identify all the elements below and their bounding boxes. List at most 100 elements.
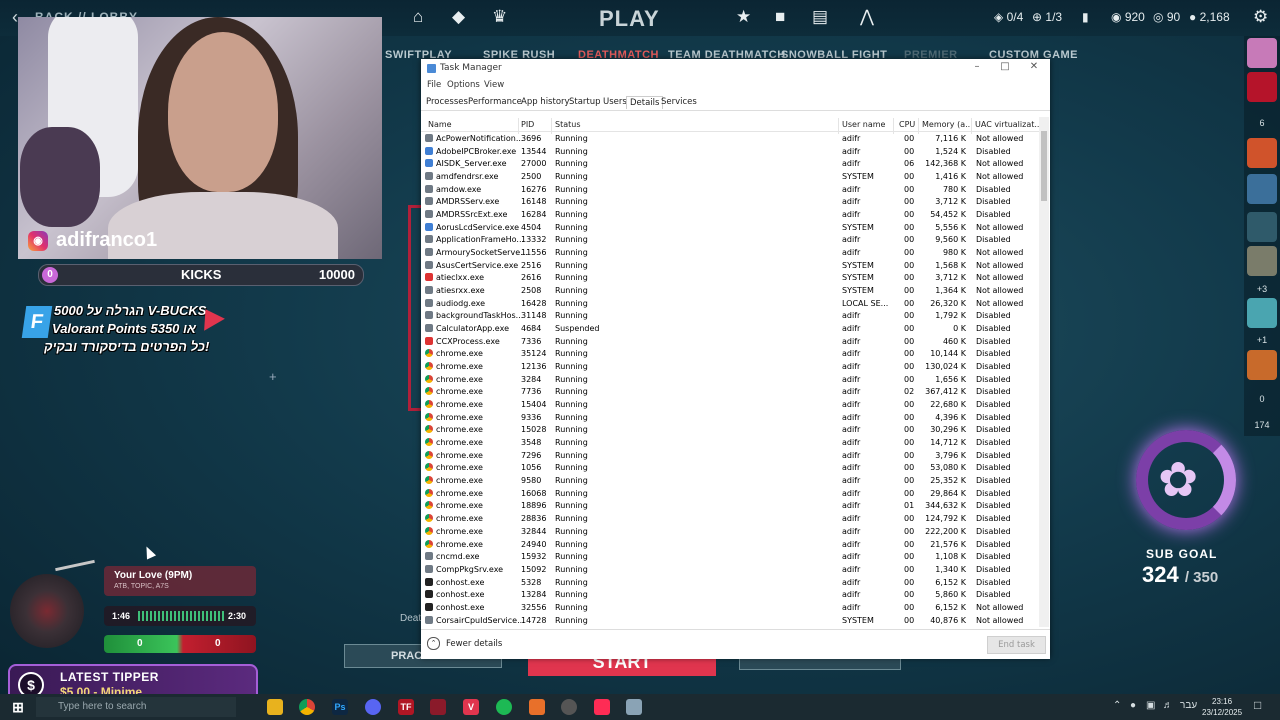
col-header-pid[interactable]: PID (521, 120, 534, 129)
tab-startup[interactable]: Startup (566, 96, 604, 108)
table-row[interactable]: conhost.exe 5328 Running adifr 00 6,152 K Disa… (421, 577, 1039, 590)
minimize-button[interactable]: – (963, 61, 991, 75)
language-indicator[interactable]: עבר (1180, 700, 1197, 711)
table-row[interactable]: cncmd.exe 15932 Running adifr 00 1,108 K Disab… (421, 551, 1039, 564)
menu-options[interactable]: Options (447, 80, 480, 90)
tab-app-history[interactable]: App history (518, 96, 573, 108)
store-icon[interactable]: ▤ (812, 7, 828, 27)
table-row[interactable]: chrome.exe 15028 Running adifr 00 30,296 K Dis… (421, 424, 1039, 437)
table-row[interactable]: CCXProcess.exe 7336 Running adifr 00 460 K Dis… (421, 336, 1039, 349)
table-row[interactable]: AMDRSSrcExt.exe 16284 Running adifr 00 54,452… (421, 209, 1039, 222)
valorant-icon[interactable]: V (463, 699, 479, 715)
volume-icon[interactable]: ♬ (1163, 700, 1173, 711)
table-row[interactable]: atiesrxx.exe 2508 Running SYSTEM 00 1,364 K No… (421, 285, 1039, 298)
game-icon[interactable] (430, 699, 446, 715)
col-header-cpu[interactable]: CPU (899, 120, 915, 129)
table-row[interactable]: chrome.exe 9580 Running adifr 00 25,352 K Disa… (421, 475, 1039, 488)
table-row[interactable]: conhost.exe 13284 Running adifr 00 5,860 K Dis… (421, 589, 1039, 602)
career-icon[interactable]: ■ (775, 7, 785, 27)
tab-processes[interactable]: Processes (423, 96, 471, 108)
menu-file[interactable]: File (427, 80, 441, 90)
windows-start-icon[interactable]: ⊞ (10, 699, 26, 715)
taskbar-search-input[interactable]: Type here to search (36, 697, 236, 717)
friend-avatar[interactable] (1247, 212, 1277, 242)
friend-avatar[interactable] (1247, 350, 1277, 380)
table-row[interactable]: AorusLcdService.exe 4504 Running SYSTEM 00 5,… (421, 222, 1039, 235)
table-row[interactable]: chrome.exe 9336 Running adifr 00 4,396 K Disab… (421, 412, 1039, 425)
home-icon[interactable]: ⌂ (413, 7, 423, 27)
chrome-icon[interactable] (299, 699, 315, 715)
process-list[interactable]: AcPowerNotification... 3696 Running adifr 00… (421, 133, 1039, 627)
capcut-icon[interactable] (594, 699, 610, 715)
col-header-status[interactable]: Status (555, 120, 581, 129)
table-row[interactable]: chrome.exe 3284 Running adifr 00 1,656 K Disab… (421, 374, 1039, 387)
friend-avatar[interactable] (1247, 174, 1277, 204)
rank-icon[interactable]: ⋀ (860, 7, 874, 27)
table-row[interactable]: AISDK_Server.exe 27000 Running adifr 06 142,3… (421, 158, 1039, 171)
table-row[interactable]: AMDRSServ.exe 16148 Running adifr 00 3,712 K D… (421, 196, 1039, 209)
table-row[interactable]: audiodg.exe 16428 Running LOCAL SE... 00 26,3… (421, 298, 1039, 311)
settings-gear-icon[interactable]: ⚙ (1253, 7, 1268, 27)
tf-icon[interactable]: TF (398, 699, 414, 715)
tab-services[interactable]: Services (658, 96, 700, 108)
col-header-name[interactable]: Name (428, 120, 452, 129)
tab-performance[interactable]: Performance (465, 96, 525, 108)
tray-chevron-icon[interactable]: ⌃ (1113, 700, 1121, 711)
table-row[interactable]: amdow.exe 16276 Running adifr 00 780 K Disable… (421, 184, 1039, 197)
battlepass-icon[interactable]: ★ (736, 7, 751, 27)
play-title[interactable]: PLAY (599, 6, 660, 32)
table-row[interactable]: chrome.exe 1056 Running adifr 00 53,080 K Disa… (421, 462, 1039, 475)
close-button[interactable]: ✕ (1020, 61, 1048, 75)
collection-icon[interactable]: ◆ (452, 7, 465, 27)
fewer-details-button[interactable]: ⌃ Fewer details (427, 637, 502, 650)
table-row[interactable]: chrome.exe 35124 Running adifr 00 10,144 K Dis… (421, 348, 1039, 361)
table-row[interactable]: CompPkgSrv.exe 15092 Running adifr 00 1,340 K… (421, 564, 1039, 577)
taskbar-clock[interactable]: 23:16 23/12/2025 (1202, 696, 1242, 718)
table-row[interactable]: chrome.exe 32844 Running adifr 00 222,200 K Di… (421, 526, 1039, 539)
table-row[interactable]: chrome.exe 28836 Running adifr 00 124,792 K Di… (421, 513, 1039, 526)
steam-icon[interactable] (561, 699, 577, 715)
table-row[interactable]: chrome.exe 15404 Running adifr 00 22,680 K Dis… (421, 399, 1039, 412)
spotify-icon[interactable] (496, 699, 512, 715)
table-row[interactable]: AsusCertService.exe 2516 Running SYSTEM 00 1,… (421, 260, 1039, 273)
table-row[interactable]: AcPowerNotification... 3696 Running adifr 00… (421, 133, 1039, 146)
table-row[interactable]: AdobeIPCBroker.exe 13544 Running adifr 00 1,5… (421, 146, 1039, 159)
task-manager-window[interactable]: Task Manager – □ ✕ File Options View Pro… (421, 59, 1050, 659)
friend-avatar[interactable] (1247, 38, 1277, 68)
vp-counter[interactable]: ◉ 920 (1111, 10, 1145, 24)
col-header-uac[interactable]: UAC virtualizat... (975, 120, 1042, 129)
col-header-memory[interactable]: Memory (a... (922, 120, 973, 129)
table-row[interactable]: ApplicationFrameHo... 13332 Running adifr 00… (421, 234, 1039, 247)
friend-avatar[interactable] (1247, 72, 1277, 102)
menu-view[interactable]: View (484, 80, 504, 90)
table-row[interactable]: CalculatorApp.exe 4684 Suspended adifr 00 0 K… (421, 323, 1039, 336)
end-task-button[interactable]: End task (987, 636, 1046, 654)
agents-icon[interactable]: ♛ (492, 7, 507, 27)
table-row[interactable]: chrome.exe 16068 Running adifr 00 29,864 K Dis… (421, 488, 1039, 501)
table-row[interactable]: chrome.exe 12136 Running adifr 00 130,024 K Di… (421, 361, 1039, 374)
discord-icon[interactable] (365, 699, 381, 715)
table-row[interactable]: amdfendrsr.exe 2500 Running SYSTEM 00 1,416 K… (421, 171, 1039, 184)
photoshop-icon[interactable]: Ps (332, 699, 348, 715)
rp-counter[interactable]: ◎ 90 (1153, 10, 1180, 24)
table-row[interactable]: chrome.exe 24940 Running adifr 00 21,576 K Dis… (421, 539, 1039, 552)
table-row[interactable]: chrome.exe 7296 Running adifr 00 3,796 K Disab… (421, 450, 1039, 463)
friend-avatar[interactable] (1247, 298, 1277, 328)
table-row[interactable]: chrome.exe 7736 Running adifr 02 367,412 K Dis… (421, 386, 1039, 399)
maximize-button[interactable]: □ (991, 61, 1019, 75)
table-row[interactable]: CorsairCpuIdService... 14728 Running SYSTEM… (421, 615, 1039, 627)
network-icon[interactable]: ▣ (1146, 700, 1155, 711)
scrollbar-thumb[interactable] (1041, 131, 1047, 201)
friend-avatar[interactable] (1247, 246, 1277, 276)
notepad-icon[interactable] (626, 699, 642, 715)
microphone-icon[interactable]: ● (1130, 700, 1136, 711)
table-row[interactable]: chrome.exe 3548 Running adifr 00 14,712 K Disa… (421, 437, 1039, 450)
table-row[interactable]: ArmourySocketServe... 11556 Running adifr 00… (421, 247, 1039, 260)
obs-icon[interactable] (529, 699, 545, 715)
table-row[interactable]: atieclxx.exe 2616 Running SYSTEM 00 3,712 K No… (421, 272, 1039, 285)
table-row[interactable]: conhost.exe 32556 Running adifr 00 6,152 K Not… (421, 602, 1039, 615)
file-explorer-icon[interactable] (267, 699, 283, 715)
table-row[interactable]: chrome.exe 18896 Running adifr 01 344,632 K Di… (421, 500, 1039, 513)
kp-counter[interactable]: ● 2,168 (1189, 10, 1230, 24)
friend-avatar[interactable] (1247, 138, 1277, 168)
